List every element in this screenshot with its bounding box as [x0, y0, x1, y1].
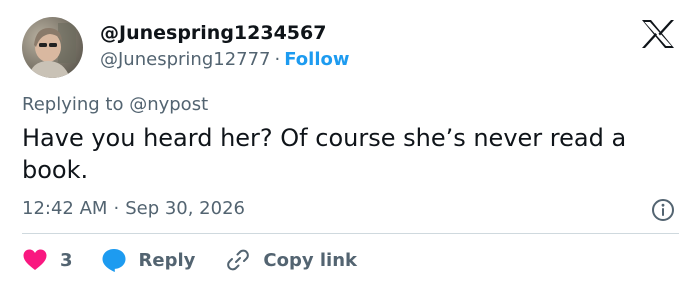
like-button[interactable]: 3 — [22, 248, 73, 272]
reply-bubble-icon — [102, 249, 126, 272]
tweet-time[interactable]: 12:42 AM — [22, 198, 107, 219]
author-handle[interactable]: @Junespring12777 — [100, 49, 271, 70]
heart-icon — [23, 249, 47, 270]
separator-dot: · — [274, 49, 281, 70]
reply-button[interactable]: Reply — [101, 247, 196, 273]
separator-dot: · — [113, 198, 120, 219]
action-bar: 3 Reply Copy link — [22, 246, 357, 274]
copy-link-label: Copy link — [263, 249, 357, 271]
author-display-name[interactable]: @Junespring1234567 — [100, 22, 326, 44]
tweet-meta: 12:42 AM · Sep 30, 2026 — [22, 198, 245, 219]
like-count: 3 — [60, 249, 73, 271]
avatar[interactable] — [22, 17, 83, 78]
divider — [22, 233, 679, 234]
x-logo-icon[interactable] — [640, 18, 676, 50]
tweet-text: Have you heard her? Of course she’s neve… — [22, 124, 627, 184]
author-subline: @Junespring12777 · Follow — [100, 49, 350, 70]
info-icon[interactable] — [651, 198, 675, 222]
reply-label: Reply — [138, 249, 196, 271]
replying-to[interactable]: Replying to @nypost — [22, 94, 208, 115]
copy-link-button[interactable]: Copy link — [225, 247, 357, 273]
link-icon — [227, 249, 250, 271]
follow-button[interactable]: Follow — [284, 49, 349, 70]
tweet-date[interactable]: Sep 30, 2026 — [125, 198, 245, 219]
